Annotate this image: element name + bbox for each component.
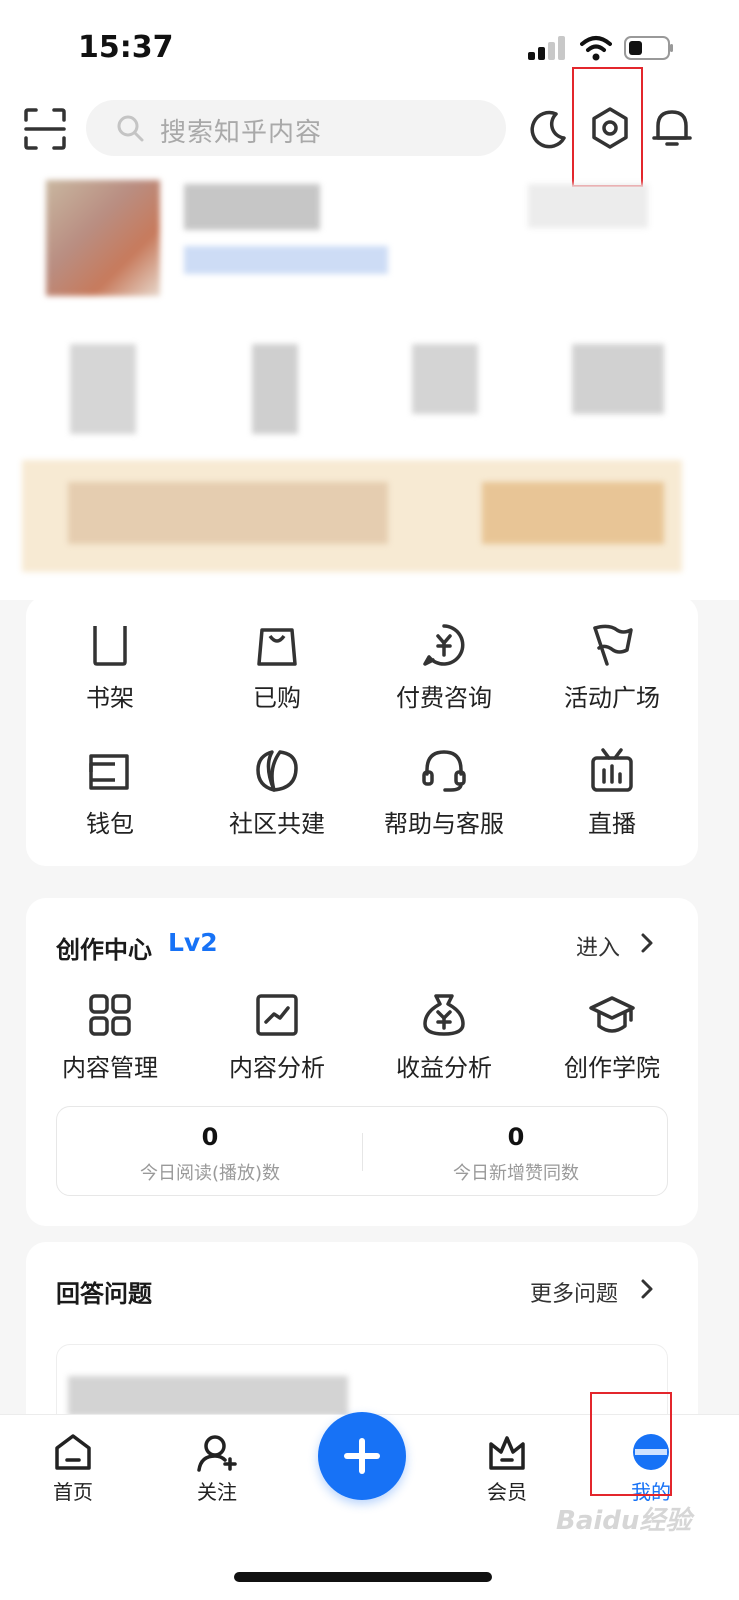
wallet-icon — [89, 754, 129, 790]
username-pixelated — [184, 184, 320, 230]
grid-item-community[interactable]: 社区共建 — [197, 748, 357, 839]
tab-home[interactable]: 首页 — [28, 1432, 118, 1505]
wifi-icon — [580, 36, 612, 61]
grid-label: 内容管理 — [62, 1054, 158, 1082]
profile-subtitle-pixelated — [184, 246, 388, 274]
grid-item-activity-square[interactable]: 活动广场 — [532, 622, 692, 713]
grid-item-wallet[interactable]: 钱包 — [30, 748, 190, 839]
grid-label: 活动广场 — [564, 684, 660, 712]
stat-reads-value: 0 — [201, 1123, 219, 1151]
paid-consult-icon — [423, 624, 465, 666]
profile-tab-highlight-box — [590, 1392, 672, 1496]
more-questions-link[interactable]: 更多问题 — [530, 1276, 618, 1308]
plus-icon — [359, 1438, 365, 1474]
home-icon — [55, 1434, 91, 1470]
vip-banner-button[interactable] — [482, 482, 664, 544]
vip-banner-text — [68, 482, 388, 544]
chevron-right-icon[interactable] — [640, 932, 654, 954]
grid-label: 直播 — [588, 810, 636, 838]
creator-center-title: 创作中心 — [56, 936, 152, 964]
grid-label: 内容分析 — [229, 1054, 325, 1082]
chevron-right-icon[interactable] — [640, 1278, 654, 1300]
profile-stat-1[interactable] — [70, 344, 136, 434]
headset-icon — [422, 750, 466, 792]
creator-item-income-analysis[interactable]: 收益分析 — [364, 992, 524, 1083]
bell-icon[interactable] — [652, 106, 692, 150]
creator-enter-link[interactable]: 进入 — [576, 930, 620, 962]
grid-label: 收益分析 — [396, 1054, 492, 1082]
settings-highlight-box — [572, 67, 643, 187]
creator-stats-box: 0 今日阅读(播放)数 0 今日新增赞同数 — [56, 1106, 668, 1196]
create-post-button[interactable] — [318, 1412, 406, 1500]
grid-label: 社区共建 — [229, 810, 325, 838]
battery-icon — [624, 36, 673, 60]
stat-likes-value: 0 — [507, 1123, 525, 1151]
grid-label: 已购 — [253, 684, 301, 712]
creator-level-badge: Lv2 — [168, 928, 218, 957]
tab-label: 首页 — [53, 1480, 93, 1504]
profile-stat-2[interactable] — [252, 344, 298, 434]
tab-label: 会员 — [487, 1480, 527, 1504]
grid-label: 钱包 — [86, 810, 134, 838]
home-indicator[interactable] — [234, 1572, 492, 1582]
avatar[interactable] — [46, 180, 160, 296]
search-placeholder: 搜索知乎内容 — [160, 118, 323, 148]
profile-link-pixelated[interactable] — [528, 184, 648, 228]
bookshelf-icon — [93, 626, 127, 666]
grid-item-paid-consult[interactable]: 付费咨询 — [364, 622, 524, 713]
tab-vip[interactable]: 会员 — [462, 1432, 552, 1505]
money-bag-icon — [423, 994, 465, 1036]
follow-icon — [197, 1435, 237, 1472]
grid-label: 创作学院 — [564, 1054, 660, 1082]
scan-icon[interactable] — [24, 108, 66, 150]
answer-questions-title: 回答问题 — [56, 1280, 152, 1308]
graduation-cap-icon — [589, 996, 635, 1033]
tab-label: 关注 — [197, 1480, 237, 1504]
grid-label: 帮助与客服 — [384, 810, 504, 838]
moon-icon[interactable] — [526, 108, 568, 150]
grid-icon — [89, 994, 131, 1036]
grid-item-bookshelf[interactable]: 书架 — [30, 622, 190, 713]
vip-icon — [489, 1436, 525, 1470]
grid-label: 书架 — [86, 684, 134, 712]
search-icon — [117, 115, 144, 142]
tab-follow[interactable]: 关注 — [172, 1432, 262, 1505]
grid-item-purchased[interactable]: 已购 — [197, 622, 357, 713]
stat-reads-label: 今日阅读(播放)数 — [139, 1163, 281, 1184]
question-text-pixelated — [68, 1376, 348, 1416]
profile-stat-3[interactable] — [412, 344, 478, 414]
profile-stat-4[interactable] — [572, 344, 664, 414]
status-time: 15:37 — [78, 30, 174, 65]
leaf-icon — [256, 750, 298, 792]
creator-item-content-manage[interactable]: 内容管理 — [30, 992, 190, 1083]
baidu-watermark: Baidu经验 — [556, 1506, 692, 1536]
flag-icon — [593, 624, 633, 666]
signal-icon — [528, 36, 568, 60]
creator-item-content-analysis[interactable]: 内容分析 — [197, 992, 357, 1083]
chart-icon — [256, 994, 298, 1036]
shopping-bag-icon — [257, 628, 297, 666]
creator-item-academy[interactable]: 创作学院 — [532, 992, 692, 1083]
grid-label: 付费咨询 — [396, 684, 492, 712]
grid-item-help[interactable]: 帮助与客服 — [364, 748, 524, 839]
stat-likes-label: 今日新增赞同数 — [453, 1163, 579, 1184]
live-tv-icon — [591, 748, 633, 792]
grid-item-live[interactable]: 直播 — [532, 748, 692, 839]
